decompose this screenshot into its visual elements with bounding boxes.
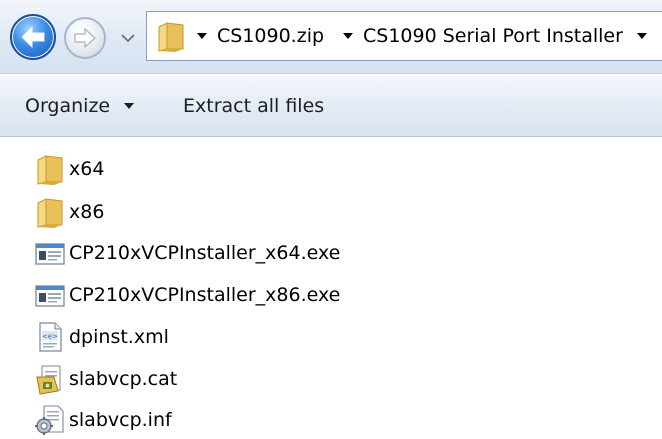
chevron-down-icon — [197, 33, 207, 39]
file-name: CP210xVCPInstaller_x86.exe — [69, 284, 341, 306]
command-bar: Organize Extract all files — [0, 75, 662, 137]
application-icon — [34, 279, 66, 311]
security-catalog-icon — [34, 363, 66, 395]
file-name: slabvcp.cat — [69, 368, 178, 390]
forward-button[interactable] — [64, 17, 106, 59]
file-name: x64 — [69, 158, 105, 180]
file-list: x64 x86 CP210xVCPInstaller_x64.exe CP210… — [0, 138, 662, 439]
chevron-down-icon — [637, 33, 647, 39]
setup-information-icon — [34, 404, 66, 436]
folder-icon — [34, 153, 66, 185]
xml-file-icon: <e> — [34, 321, 66, 353]
arrow-right-icon — [74, 28, 96, 48]
file-name: slabvcp.inf — [69, 409, 172, 431]
extract-all-files-button[interactable]: Extract all files — [183, 76, 324, 136]
chevron-down-icon — [121, 34, 135, 43]
list-item[interactable]: x64 — [34, 150, 104, 188]
breadcrumb-label: CS1090 Serial Port Installer — [363, 25, 623, 47]
file-name: dpinst.xml — [69, 326, 169, 348]
chevron-down-icon — [343, 33, 353, 39]
list-item[interactable]: slabvcp.cat — [34, 360, 177, 398]
list-item[interactable]: CP210xVCPInstaller_x86.exe — [34, 276, 340, 314]
address-box[interactable]: CS1090.zip CS1090 Serial Port Installer — [146, 11, 662, 61]
file-name: CP210xVCPInstaller_x64.exe — [69, 242, 341, 264]
breadcrumb-zip[interactable]: CS1090.zip — [197, 12, 324, 60]
file-name: x86 — [69, 201, 105, 223]
folder-icon — [34, 196, 66, 228]
address-history-dropdown[interactable] — [637, 12, 657, 60]
address-bar-strip: CS1090.zip CS1090 Serial Port Installer — [0, 0, 662, 74]
list-item[interactable]: <e> dpinst.xml — [34, 318, 169, 356]
arrow-left-icon — [21, 26, 45, 48]
svg-text:<e>: <e> — [42, 333, 58, 341]
recent-pages-dropdown[interactable] — [118, 28, 138, 48]
chevron-down-icon — [124, 103, 135, 109]
folder-icon — [157, 21, 185, 57]
list-item[interactable]: x86 — [34, 193, 104, 231]
list-item[interactable]: slabvcp.inf — [34, 401, 172, 439]
list-item[interactable]: CP210xVCPInstaller_x64.exe — [34, 234, 340, 272]
breadcrumb-installer[interactable]: CS1090 Serial Port Installer — [343, 12, 623, 60]
application-icon — [34, 237, 66, 269]
organize-label: Organize — [25, 95, 111, 117]
breadcrumb-label: CS1090.zip — [217, 25, 325, 47]
extract-all-label: Extract all files — [183, 95, 325, 117]
back-button[interactable] — [10, 14, 56, 60]
organize-button[interactable]: Organize — [25, 76, 135, 136]
